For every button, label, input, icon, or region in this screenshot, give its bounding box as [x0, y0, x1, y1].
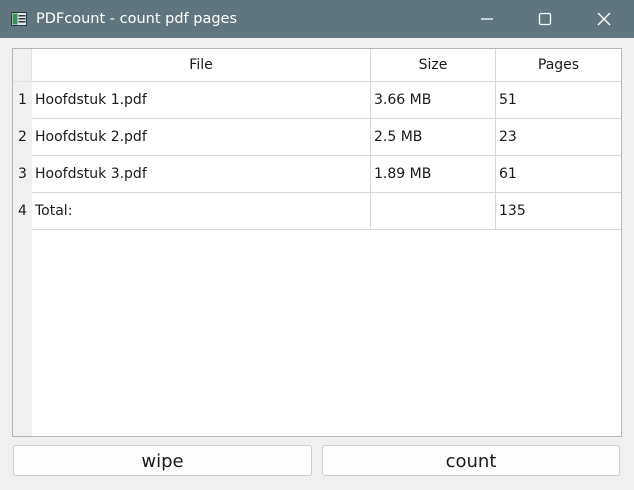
cell-file[interactable]: Hoofdstuk 2.pdf [32, 119, 371, 156]
maximize-button[interactable] [516, 0, 574, 38]
title-bar[interactable]: PDFcount - count pdf pages [0, 0, 634, 38]
cell-size[interactable]: 3.66 MB [371, 82, 496, 119]
cell-pages[interactable]: 51 [496, 82, 621, 119]
count-button[interactable]: count [322, 445, 620, 476]
column-header-file[interactable]: File [32, 49, 371, 82]
cell-file[interactable]: Hoofdstuk 1.pdf [32, 82, 371, 119]
row-header-2[interactable]: 2 [13, 119, 32, 156]
cell-file[interactable]: Hoofdstuk 3.pdf [32, 156, 371, 193]
minimize-button[interactable] [458, 0, 516, 38]
cell-total-pages[interactable]: 135 [496, 193, 621, 230]
row-header-3[interactable]: 3 [13, 156, 32, 193]
cell-pages[interactable]: 23 [496, 119, 621, 156]
cell-pages[interactable]: 61 [496, 156, 621, 193]
table-corner-button[interactable] [13, 49, 32, 82]
maximize-icon [538, 12, 552, 26]
window-title: PDFcount - count pdf pages [36, 11, 238, 27]
minimize-icon [481, 18, 493, 20]
row-header-4[interactable]: 4 [13, 193, 32, 230]
column-header-size[interactable]: Size [371, 49, 496, 82]
cell-size[interactable]: 2.5 MB [371, 119, 496, 156]
file-table[interactable]: File Size Pages 1 Hoofdstuk 1.pdf 3.66 M… [12, 48, 622, 437]
close-button[interactable] [575, 0, 633, 38]
close-icon [597, 12, 611, 26]
pdf-app-icon [11, 11, 27, 27]
wipe-button[interactable]: wipe [13, 445, 312, 476]
cell-total-label[interactable]: Total: [32, 193, 371, 230]
cell-size[interactable] [371, 193, 496, 230]
app-window: PDFcount - count pdf pages File Size Pag… [0, 0, 634, 490]
cell-size[interactable]: 1.89 MB [371, 156, 496, 193]
row-header-1[interactable]: 1 [13, 82, 32, 119]
column-header-pages[interactable]: Pages [496, 49, 621, 82]
